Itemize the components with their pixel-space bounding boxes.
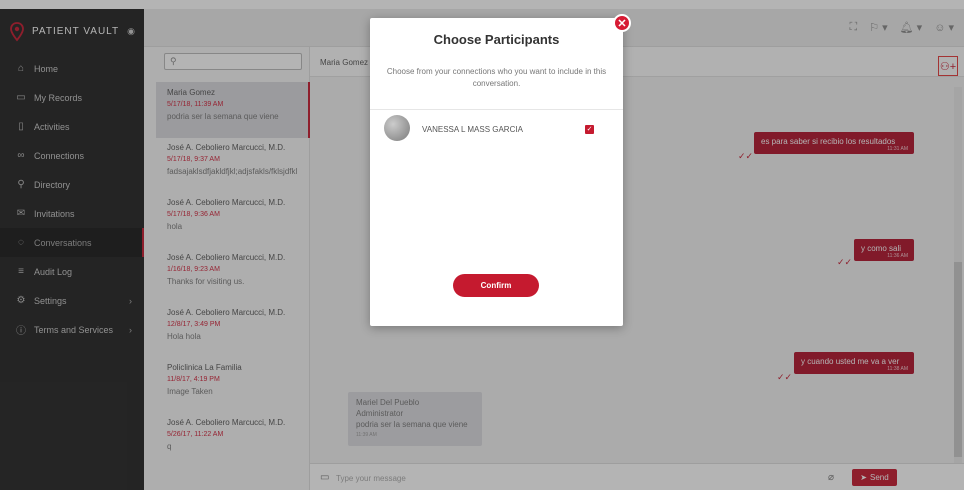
- close-icon: ✕: [617, 17, 627, 30]
- participant-checkbox[interactable]: ✓: [585, 125, 594, 134]
- participant-row[interactable]: VANESSA L MASS GARCIA ✓: [384, 115, 609, 145]
- divider: [370, 109, 623, 110]
- confirm-button[interactable]: Confirm: [453, 274, 539, 297]
- choose-participants-modal: Choose Participants Choose from your con…: [370, 18, 623, 326]
- modal-title: Choose Participants: [433, 32, 560, 47]
- participant-name: VANESSA L MASS GARCIA: [422, 125, 523, 134]
- modal-description: Choose from your connections who you wan…: [386, 67, 607, 88]
- avatar: [384, 115, 410, 141]
- close-modal-button[interactable]: ✕: [613, 14, 631, 32]
